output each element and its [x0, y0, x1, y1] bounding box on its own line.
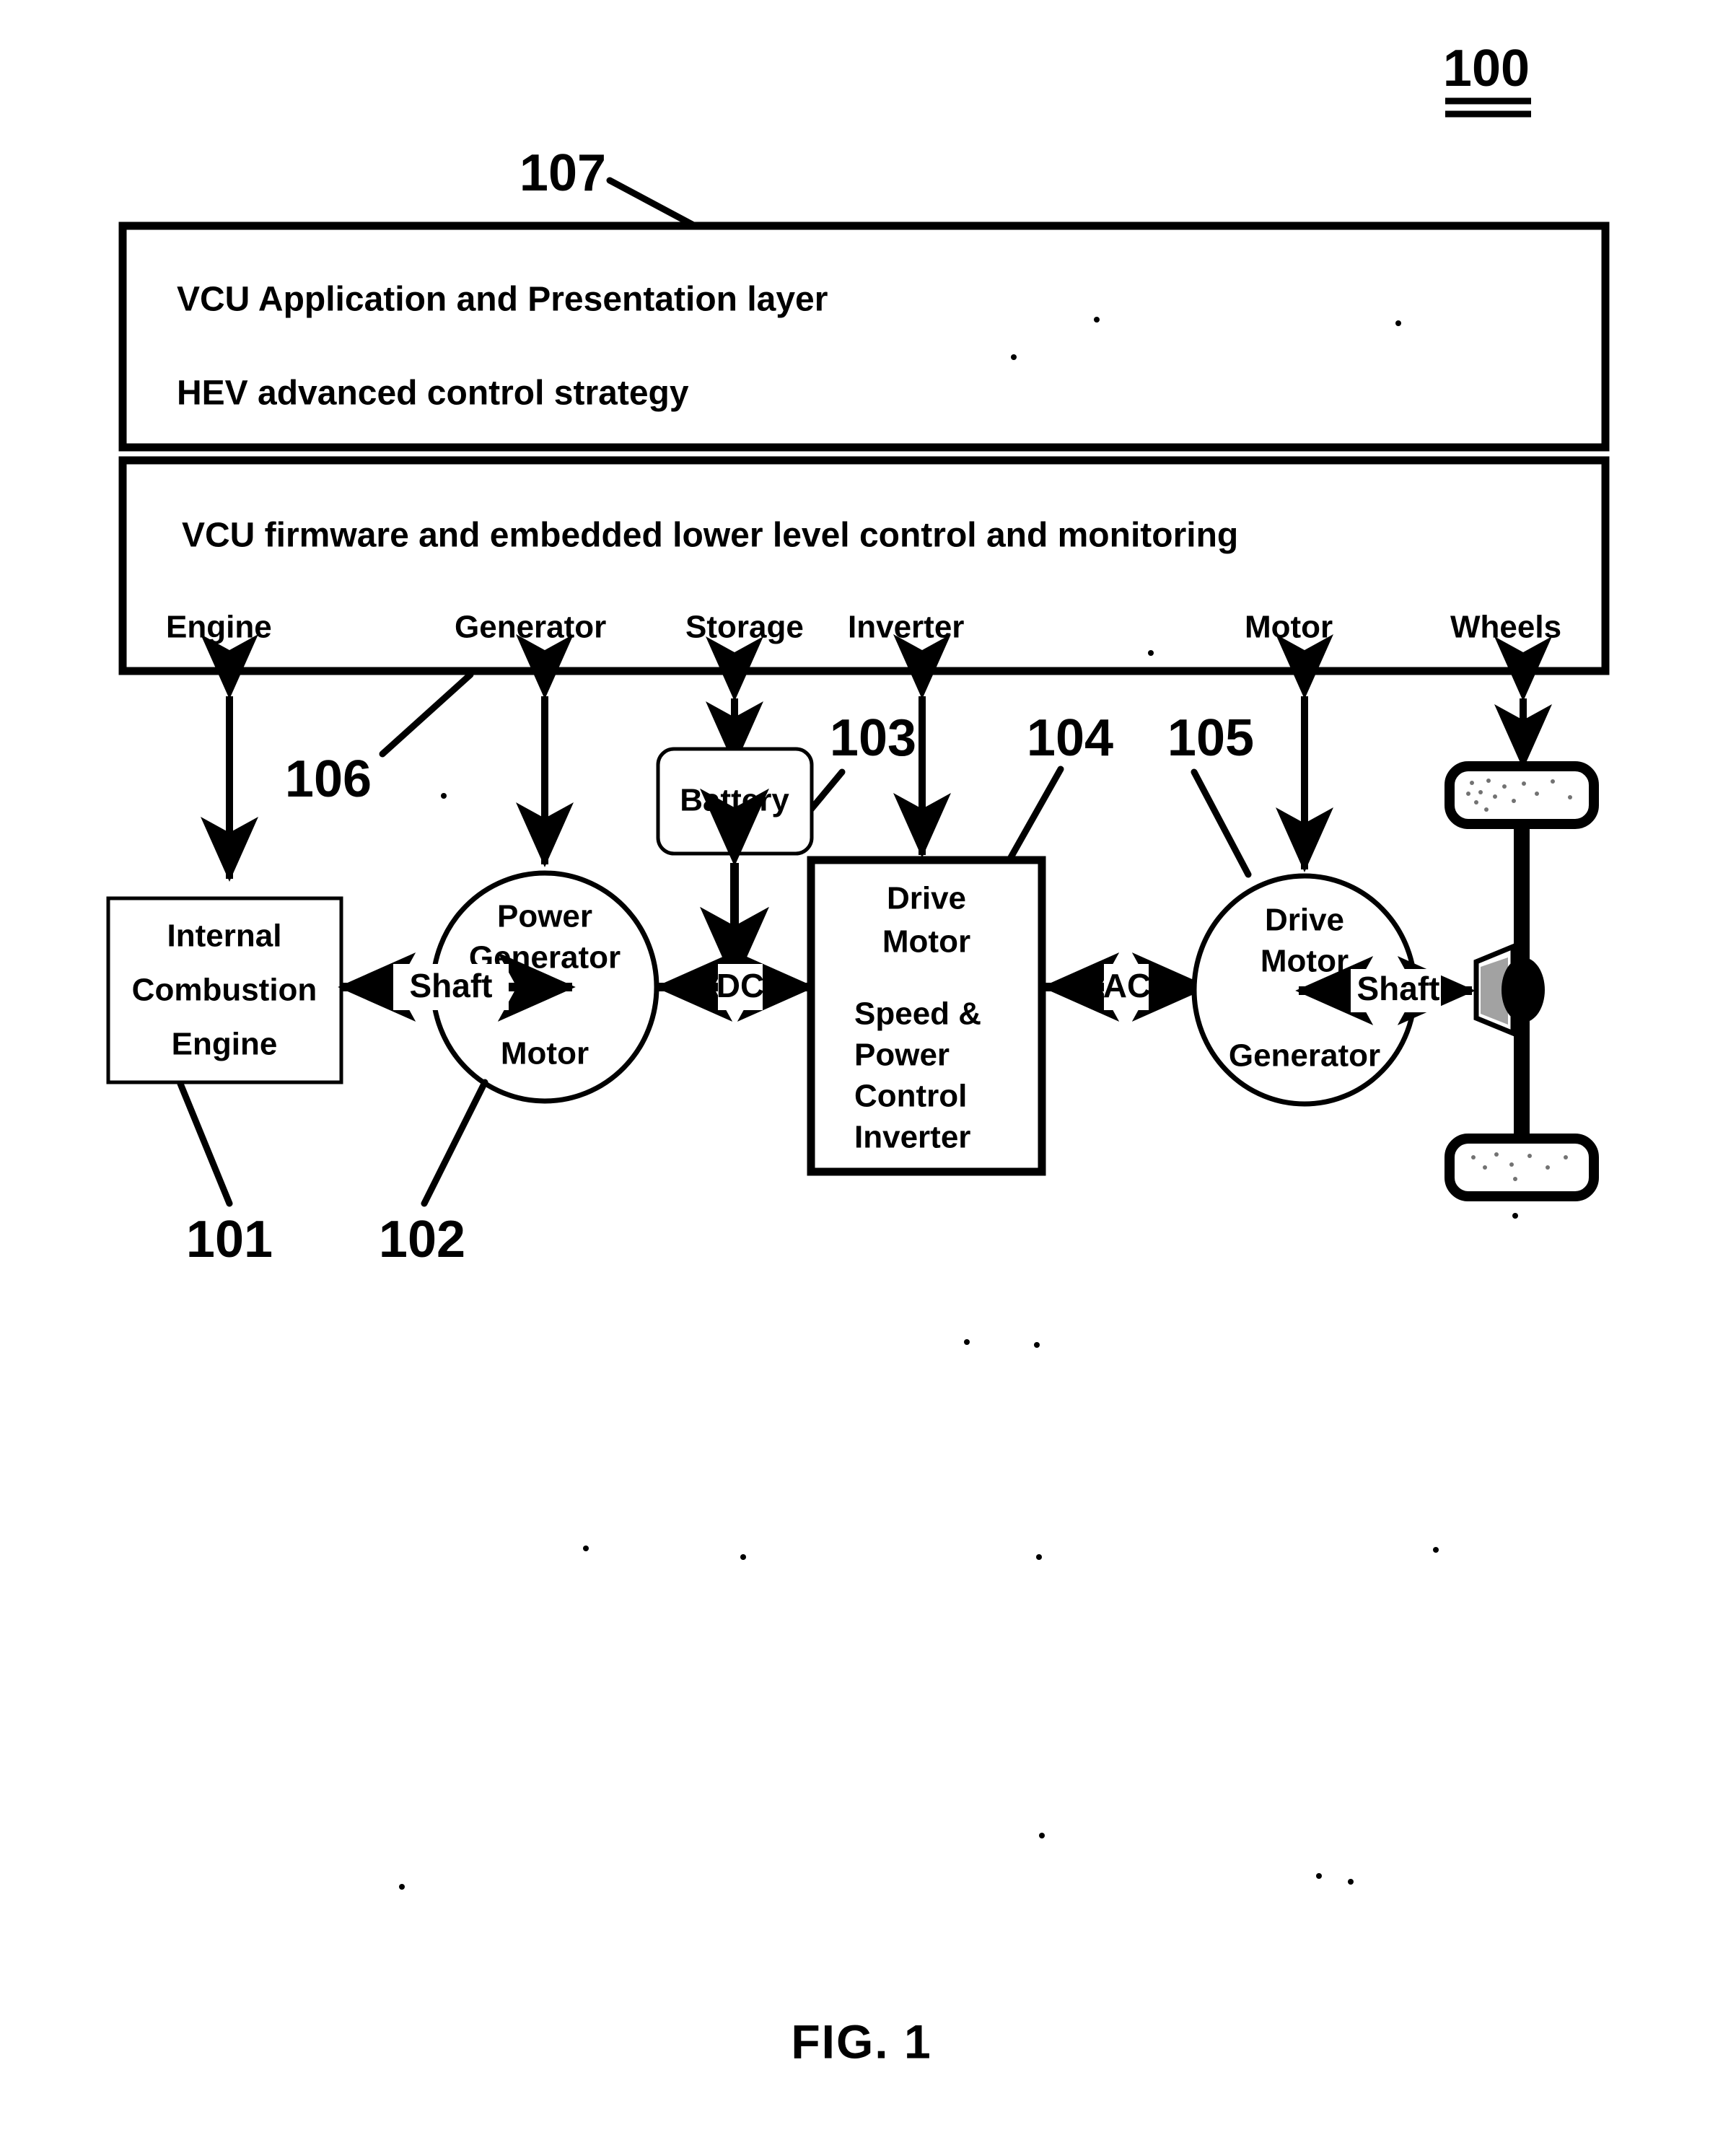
ref-101-group: 101 — [177, 1080, 273, 1268]
battery-label: Battery — [680, 783, 789, 818]
vcu-application-line1: VCU Application and Presentation layer — [177, 281, 828, 319]
inverter-line4: Power — [854, 1038, 950, 1073]
drive-motor-line3: Generator — [1229, 1038, 1380, 1074]
drive-motor-line1: Drive — [1265, 903, 1344, 938]
port-label-storage: Storage — [685, 610, 804, 645]
power-generator-line1: Power — [497, 899, 592, 934]
ref-101-text: 101 — [186, 1211, 273, 1268]
ref-104-group: 104 — [1007, 709, 1113, 862]
ice-line2: Combustion — [132, 973, 317, 1008]
drive-motor-line2: Motor — [1261, 944, 1349, 979]
wheel-axle-assembly — [1445, 761, 1599, 1201]
figure-canvas: 100 107 VCU Application and Presentation… — [106, 40, 1610, 2068]
ref-105-text: 105 — [1167, 709, 1254, 767]
shaft-label-right: Shaft — [1357, 970, 1440, 1007]
port-label-motor: Motor — [1245, 610, 1333, 645]
vcu-application-line2: HEV advanced control strategy — [177, 374, 689, 413]
ref-105-group: 105 — [1167, 709, 1254, 878]
vcu-firmware-layer-box[interactable]: VCU firmware and embedded lower level co… — [118, 456, 1610, 675]
battery-node[interactable]: Battery — [656, 747, 814, 856]
ref-103-text: 103 — [830, 709, 916, 767]
port-label-wheels: Wheels — [1450, 610, 1561, 645]
ref-106-text: 106 — [285, 750, 372, 808]
ref-106-group: 106 — [285, 671, 474, 808]
ref-104-text: 104 — [1027, 709, 1113, 767]
inverter-line2: Motor — [882, 924, 970, 960]
dc-label: DC — [716, 967, 764, 1004]
port-label-engine: Engine — [166, 610, 272, 645]
wheel-top — [1445, 761, 1599, 829]
vcu-firmware-title: VCU firmware and embedded lower level co… — [182, 517, 1238, 555]
ref-102-text: 102 — [379, 1211, 465, 1268]
internal-combustion-engine-node[interactable]: Internal Combustion Engine — [106, 896, 343, 1084]
port-label-generator: Generator — [455, 610, 606, 645]
differential-hub-icon — [1502, 957, 1545, 1022]
shaft-label-left: Shaft — [410, 967, 493, 1004]
ice-line3: Engine — [172, 1027, 278, 1062]
port-label-inverter: Inverter — [848, 610, 964, 645]
ref-107-group: 107 — [520, 144, 698, 229]
ref-102-group: 102 — [379, 1079, 488, 1268]
link-generator-to-inverter-dc: DC — [654, 952, 815, 1022]
inverter-line5: Control — [854, 1079, 967, 1114]
figure-caption: FIG. 1 — [791, 2015, 931, 2068]
inverter-line6: Inverter — [854, 1120, 970, 1155]
power-generator-line3: Motor — [501, 1036, 589, 1071]
patent-figure: 100 107 VCU Application and Presentation… — [0, 0, 1736, 2135]
link-inverter-to-motor-ac: AC — [1041, 952, 1210, 1022]
system-reference-100: 100 — [1443, 40, 1531, 118]
wheel-bottom — [1445, 1134, 1599, 1201]
inverter-line1: Drive — [887, 881, 966, 916]
drive-motor-inverter-node[interactable]: Drive Motor Speed & Power Control Invert… — [807, 856, 1046, 1176]
ref-100-text: 100 — [1443, 40, 1530, 97]
ac-label: AC — [1103, 967, 1151, 1004]
ref-107-text: 107 — [520, 144, 606, 202]
ice-line1: Internal — [167, 919, 282, 954]
inverter-line3: Speed & — [854, 996, 981, 1032]
vcu-application-layer-box[interactable]: VCU Application and Presentation layer H… — [118, 222, 1610, 452]
